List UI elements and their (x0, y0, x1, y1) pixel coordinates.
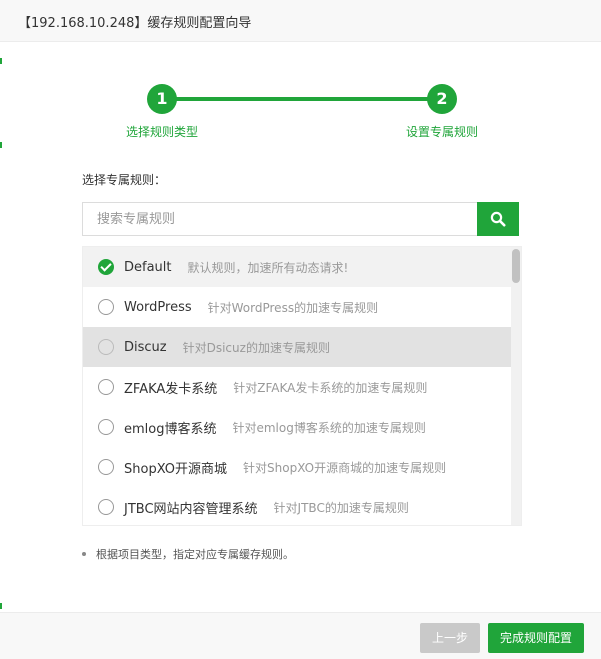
search-button[interactable] (477, 202, 519, 236)
finish-config-button[interactable]: 完成规则配置 (488, 623, 584, 653)
dialog-titlebar[interactable]: 【192.168.10.248】缓存规则配置向导 (0, 0, 601, 42)
rule-desc: 针对Dsicuz的加速专属规则 (182, 340, 330, 355)
radio-icon[interactable] (98, 459, 114, 475)
radio-icon[interactable] (98, 499, 114, 515)
left-edge-mark (0, 58, 2, 64)
radio-icon[interactable] (98, 419, 114, 435)
rule-desc: 针对ShopXO开源商城的加速专属规则 (243, 460, 447, 475)
rule-item-emlog[interactable]: emlog博客系统 针对emlog博客系统的加速专属规则 (83, 407, 511, 447)
rule-list: Default 默认规则，加速所有动态请求! WordPress 针对WordP… (82, 246, 522, 526)
rule-name: Default (124, 259, 172, 275)
rule-item-zfaka[interactable]: ZFAKA发卡系统 针对ZFAKA发卡系统的加速专属规则 (83, 367, 511, 407)
rule-name: Discuz (124, 339, 167, 355)
hint-label: 根据项目类型，指定对应专属缓存规则。 (96, 548, 294, 561)
left-edge-mark (0, 142, 2, 148)
cache-rule-wizard-dialog: 【192.168.10.248】缓存规则配置向导 1 2 选择规则类型 设置专属… (0, 0, 601, 659)
search-input[interactable] (82, 202, 477, 236)
dialog-title: 【192.168.10.248】缓存规则配置向导 (18, 16, 252, 31)
section-label: 选择专属规则： (82, 173, 167, 187)
rule-name: WordPress (124, 299, 192, 315)
left-edge-mark (0, 603, 2, 609)
rule-name: emlog博客系统 (124, 421, 217, 437)
dialog-footer: 上一步 完成规则配置 (0, 612, 601, 659)
rule-item-discuz[interactable]: Discuz 针对Dsicuz的加速专属规则 (83, 327, 511, 367)
rule-list-scrollbar[interactable] (511, 247, 521, 525)
wizard-stepper: 1 2 选择规则类型 设置专属规则 (0, 82, 601, 142)
rule-item-default[interactable]: Default 默认规则，加速所有动态请求! (83, 247, 511, 287)
rule-desc: 针对emlog博客系统的加速专属规则 (232, 420, 426, 435)
radio-checked-icon[interactable] (98, 259, 114, 275)
rule-item-shopxo[interactable]: ShopXO开源商城 针对ShopXO开源商城的加速专属规则 (83, 447, 511, 487)
search-icon (490, 211, 506, 227)
rule-desc: 默认规则，加速所有动态请求! (187, 260, 349, 275)
step-2-label: 设置专属规则 (406, 125, 479, 139)
rule-search (82, 202, 519, 236)
rule-item-wordpress[interactable]: WordPress 针对WordPress的加速专属规则 (83, 287, 511, 327)
rule-name: ZFAKA发卡系统 (124, 381, 218, 397)
bullet-icon (82, 552, 86, 556)
radio-icon[interactable] (98, 299, 114, 315)
step-1-label: 选择规则类型 (126, 125, 199, 139)
rule-desc: 针对WordPress的加速专属规则 (207, 300, 379, 315)
rule-desc: 针对ZFAKA发卡系统的加速专属规则 (233, 380, 428, 395)
radio-icon[interactable] (98, 379, 114, 395)
stepper-progress-line (175, 97, 429, 101)
step-1-circle: 1 (147, 84, 177, 114)
previous-step-button[interactable]: 上一步 (420, 623, 480, 653)
rule-desc: 针对JTBC的加速专属规则 (273, 500, 409, 515)
rule-name: JTBC网站内容管理系统 (124, 501, 258, 517)
rule-name: ShopXO开源商城 (124, 461, 228, 477)
step-2-circle: 2 (427, 84, 457, 114)
hint-text: 根据项目类型，指定对应专属缓存规则。 (82, 546, 294, 562)
scrollbar-thumb[interactable] (512, 249, 520, 283)
radio-icon[interactable] (98, 339, 114, 355)
rule-item-jtbc[interactable]: JTBC网站内容管理系统 针对JTBC的加速专属规则 (83, 487, 511, 525)
